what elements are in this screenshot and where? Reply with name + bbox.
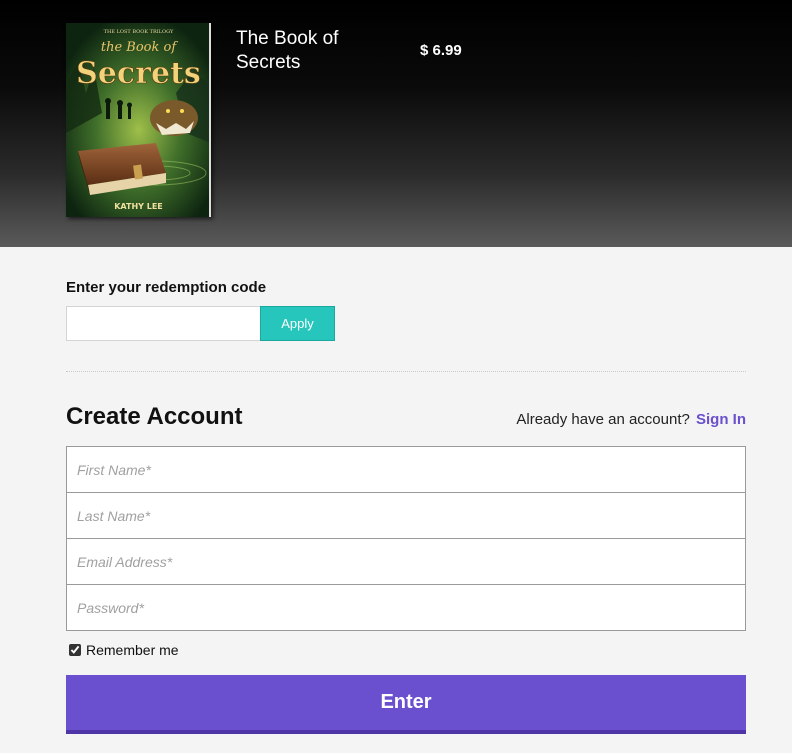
email-address-input[interactable] [67,539,745,585]
product-price: $ 6.99 [420,42,462,59]
product-header: THE LOST BOOK TRILOGY the Book of Secret… [0,0,792,247]
redemption-code-input[interactable] [66,306,261,341]
password-input[interactable] [67,585,745,630]
cover-title-line2: Secrets [76,56,201,91]
redemption-label: Enter your redemption code [66,279,267,296]
cover-series-text: THE LOST BOOK TRILOGY [104,29,174,35]
signin-prompt: Already have an account? Sign In [516,411,746,428]
enter-button[interactable]: Enter [66,675,746,734]
create-account-title: Create Account [66,403,243,430]
apply-button[interactable]: Apply [260,306,335,341]
cover-author-text: KATHY LEE [114,202,163,211]
product-title: The Book of Secrets [236,28,339,73]
already-have-account-text: Already have an account? [516,411,690,428]
remember-me-checkbox[interactable] [69,644,81,656]
last-name-input[interactable] [67,493,745,539]
first-name-input[interactable] [67,447,745,493]
book-cover-image: THE LOST BOOK TRILOGY the Book of Secret… [66,23,211,217]
cover-title-line1: the Book of [101,40,178,55]
section-divider [66,371,746,372]
remember-me-row[interactable]: Remember me [69,641,179,659]
sign-in-link[interactable]: Sign In [696,411,746,428]
create-account-form [66,446,746,631]
remember-me-label: Remember me [86,642,179,658]
